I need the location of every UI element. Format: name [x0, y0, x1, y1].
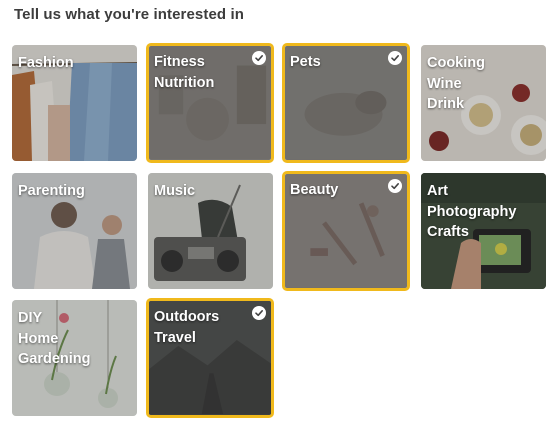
topic-tile-fashion[interactable]: Fashion	[12, 45, 137, 161]
topic-label: Fitness Nutrition	[154, 54, 215, 91]
topic-tile-beauty[interactable]: Beauty	[282, 171, 410, 291]
topic-label: Beauty	[290, 182, 339, 198]
topic-label: Music	[154, 183, 196, 199]
topic-tile-pets[interactable]: Pets	[282, 43, 410, 163]
topic-tile-parenting[interactable]: Parenting	[12, 173, 137, 289]
topic-label: DIY Home Gardening	[18, 310, 91, 367]
topic-label: Outdoors Travel	[154, 309, 220, 346]
topic-label: Art Photography Crafts	[427, 183, 517, 240]
topic-tile-art-photography-crafts[interactable]: Art Photography Crafts	[421, 173, 546, 289]
checkmark-icon	[388, 179, 402, 193]
topic-tile-fitness-nutrition[interactable]: Fitness Nutrition	[146, 43, 274, 163]
topic-label: Cooking Wine Drink	[427, 55, 485, 112]
topic-tile-diy-home-gardening[interactable]: DIY Home Gardening	[12, 300, 137, 416]
interest-grid: Fashion Fitness Nutrition Pets Cooking W…	[0, 0, 558, 425]
topic-tile-music[interactable]: Music	[148, 173, 273, 289]
topic-label: Parenting	[18, 183, 85, 199]
topic-label: Pets	[290, 54, 321, 70]
topic-tile-outdoors-travel[interactable]: Outdoors Travel	[146, 298, 274, 418]
checkmark-icon	[388, 51, 402, 65]
topic-tile-cooking-wine-drink[interactable]: Cooking Wine Drink	[421, 45, 546, 161]
checkmark-icon	[252, 306, 266, 320]
checkmark-icon	[252, 51, 266, 65]
topic-label: Fashion	[18, 55, 74, 71]
